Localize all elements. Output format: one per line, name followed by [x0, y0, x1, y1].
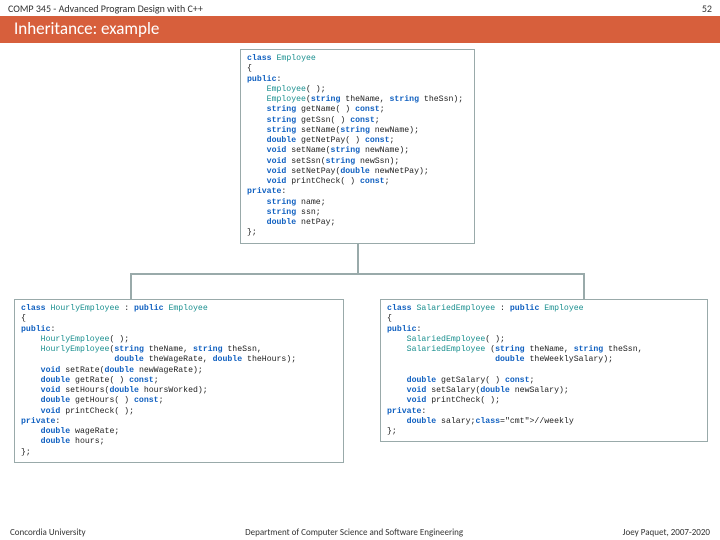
connector-vertical-left — [130, 273, 132, 299]
code-box-hourly-employee: class HourlyEmployee : public Employee {… — [14, 299, 344, 463]
connector-horizontal — [130, 273, 585, 275]
course-label: COMP 345 - Advanced Program Design with … — [8, 2, 203, 15]
connector-vertical-main — [357, 243, 359, 273]
diagram-area: class Employee { public: Employee( ); Em… — [0, 43, 720, 518]
header-bar: COMP 345 - Advanced Program Design with … — [0, 0, 720, 15]
page-number: 52 — [702, 2, 712, 15]
slide-title: Inheritance: example — [0, 16, 720, 43]
footer-department: Department of Computer Science and Softw… — [245, 527, 463, 538]
footer-bar: Concordia University Department of Compu… — [0, 527, 720, 538]
code-box-salaried-employee: class SalariedEmployee : public Employee… — [380, 299, 708, 442]
connector-vertical-right — [583, 273, 585, 299]
footer-author: Joey Paquet, 2007-2020 — [623, 527, 710, 538]
slide-title-text: Inheritance: example — [14, 18, 159, 39]
code-box-employee: class Employee { public: Employee( ); Em… — [240, 49, 475, 244]
footer-university: Concordia University — [10, 527, 86, 538]
